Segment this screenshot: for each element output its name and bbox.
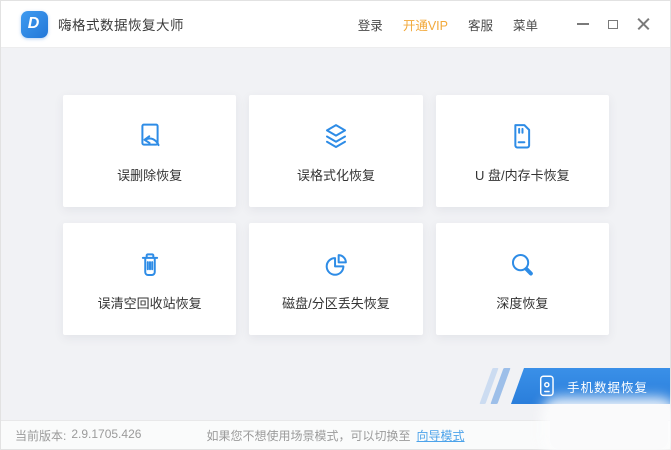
maximize-button[interactable] bbox=[602, 13, 624, 35]
login-link[interactable]: 登录 bbox=[358, 15, 383, 34]
layers-icon bbox=[317, 118, 355, 156]
maximize-icon bbox=[608, 20, 618, 29]
logo-icon: D bbox=[28, 16, 40, 32]
app-title: 嗨格式数据恢复大师 bbox=[58, 14, 184, 34]
support-link[interactable]: 客服 bbox=[468, 15, 493, 34]
card-label: 误格式化恢复 bbox=[297, 165, 375, 184]
wizard-mode-link[interactable]: 向导模式 bbox=[417, 427, 465, 444]
app-window: D 嗨格式数据恢复大师 登录 开通VIP 客服 菜单 误删除恢复 bbox=[0, 0, 671, 450]
banner-body: 手机数据恢复 bbox=[511, 368, 670, 404]
sd-card-icon bbox=[503, 118, 541, 156]
card-label: 深度恢复 bbox=[496, 293, 548, 312]
close-icon bbox=[637, 18, 650, 31]
phone-icon bbox=[539, 374, 556, 398]
app-logo: D bbox=[21, 11, 48, 38]
watermark-smudge bbox=[550, 406, 668, 449]
version-number: 2.9.1705.426 bbox=[71, 427, 141, 444]
version-info: 当前版本: 2.9.1705.426 bbox=[15, 427, 141, 444]
close-button[interactable] bbox=[632, 13, 654, 35]
card-label: 误删除恢复 bbox=[117, 165, 182, 184]
recovery-mode-grid: 误删除恢复 误格式化恢复 U 盘/内存卡恢复 bbox=[63, 95, 609, 335]
file-restore-icon bbox=[131, 118, 169, 156]
minimize-button[interactable] bbox=[572, 13, 594, 35]
trash-icon bbox=[131, 246, 169, 284]
card-label: 误清空回收站恢复 bbox=[98, 293, 202, 312]
main-area: 误删除恢复 误格式化恢复 U 盘/内存卡恢复 bbox=[1, 47, 670, 420]
card-deleted-recovery[interactable]: 误删除恢复 bbox=[63, 95, 236, 207]
menu-link[interactable]: 菜单 bbox=[513, 15, 538, 34]
vip-link[interactable]: 开通VIP bbox=[403, 15, 448, 34]
hint-text: 如果您不想使用场景模式，可以切换至 bbox=[206, 427, 410, 444]
card-usb-sd-recovery[interactable]: U 盘/内存卡恢复 bbox=[436, 95, 609, 207]
banner-label: 手机数据恢复 bbox=[567, 377, 648, 396]
pie-chart-icon bbox=[317, 246, 355, 284]
titlebar: D 嗨格式数据恢复大师 登录 开通VIP 客服 菜单 bbox=[1, 1, 670, 47]
card-recycle-bin-recovery[interactable]: 误清空回收站恢复 bbox=[63, 223, 236, 335]
card-label: U 盘/内存卡恢复 bbox=[475, 165, 570, 184]
card-deep-recovery[interactable]: 深度恢复 bbox=[436, 223, 609, 335]
search-icon bbox=[503, 246, 541, 284]
minimize-icon bbox=[577, 23, 589, 25]
window-controls bbox=[564, 13, 654, 35]
card-format-recovery[interactable]: 误格式化恢复 bbox=[249, 95, 422, 207]
card-partition-recovery[interactable]: 磁盘/分区丢失恢复 bbox=[249, 223, 422, 335]
mode-hint: 如果您不想使用场景模式，可以切换至 向导模式 bbox=[206, 427, 464, 444]
version-label: 当前版本: bbox=[15, 427, 66, 444]
card-label: 磁盘/分区丢失恢复 bbox=[282, 293, 390, 312]
phone-recovery-button[interactable]: 手机数据恢复 bbox=[486, 368, 670, 404]
titlebar-menu: 登录 开通VIP 客服 菜单 bbox=[338, 13, 654, 35]
